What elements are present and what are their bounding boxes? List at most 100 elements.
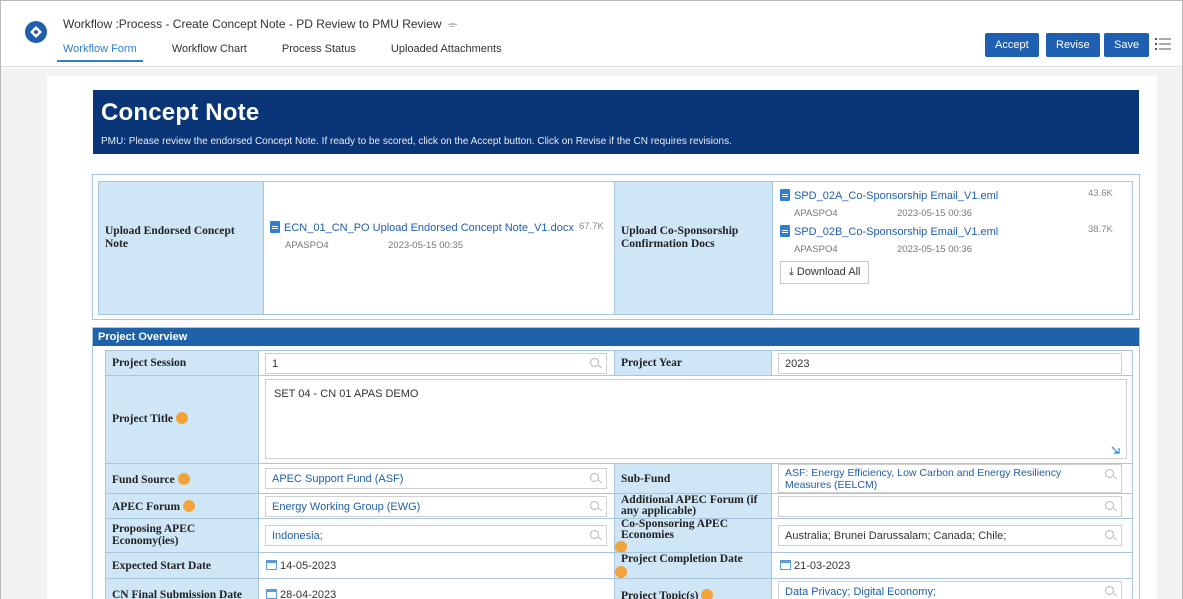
fund-source-input[interactable]: APEC Support Fund (ASF) bbox=[265, 468, 607, 489]
form-canvas: Concept Note PMU: Please review the endo… bbox=[1, 68, 1182, 599]
project-overview-heading: Project Overview bbox=[93, 328, 1139, 346]
topics-input[interactable]: Data Privacy; Digital Economy; bbox=[778, 581, 1122, 599]
download-all-button[interactable]: ⤓ Download All bbox=[780, 261, 870, 284]
lookup-icon[interactable] bbox=[1105, 469, 1114, 478]
sub-fund-input[interactable]: ASF: Energy Efficiency, Low Carbon and E… bbox=[778, 464, 1122, 493]
project-title-label-cell: Project Title bbox=[105, 375, 259, 464]
project-year-value: 2023 bbox=[785, 358, 810, 370]
project-session-input[interactable]: 1 bbox=[265, 353, 607, 374]
lookup-icon[interactable] bbox=[590, 501, 599, 510]
cn-submission-value: 28-04-2023 bbox=[280, 589, 337, 599]
document-icon bbox=[780, 189, 790, 201]
project-session-value-cell: 1 bbox=[258, 350, 615, 376]
apec-forum-label-cell: APEC Forum bbox=[105, 493, 259, 519]
project-overview-section: Project Overview Project Session 1 Proje… bbox=[92, 327, 1140, 599]
endorsed-cn-label: Upload Endorsed Concept Note bbox=[105, 225, 235, 250]
topics-label-cell: Project Topic(s) bbox=[614, 578, 772, 599]
cosponsoring-label-cell: Co-Sponsoring APEC Economies bbox=[614, 518, 772, 553]
cosponsor-file-1-name[interactable]: SPD_02A_Co-Sponsorship Email_V1.eml bbox=[794, 190, 998, 202]
topics-label: Project Topic(s) bbox=[621, 589, 714, 599]
completion-date-field[interactable]: 21-03-2023 bbox=[780, 560, 850, 572]
apec-forum-label-text: APEC Forum bbox=[112, 501, 181, 513]
additional-forum-input[interactable] bbox=[778, 496, 1122, 517]
download-all-label: Download All bbox=[796, 266, 861, 278]
help-icon[interactable] bbox=[183, 500, 196, 512]
accept-button[interactable]: Accept bbox=[985, 33, 1039, 57]
cosponsor-file-1-size: 43.6K bbox=[1088, 188, 1113, 199]
cosponsor-file-2[interactable]: SPD_02B_Co-Sponsorship Email_V1.eml bbox=[780, 225, 998, 238]
cosponsoring-label: Co-Sponsoring APEC Economies bbox=[621, 518, 729, 541]
endorsed-cn-label-cell: Upload Endorsed Concept Note bbox=[98, 181, 264, 315]
additional-forum-value-cell bbox=[771, 493, 1133, 519]
cosponsoring-input[interactable]: Australia; Brunei Darussalam; Canada; Ch… bbox=[778, 525, 1122, 546]
proposing-input[interactable]: Indonesia; bbox=[265, 525, 607, 546]
calendar-icon[interactable] bbox=[266, 589, 277, 599]
proposing-label: Proposing APEC Economy(ies) bbox=[112, 523, 196, 547]
cosponsor-file-2-name[interactable]: SPD_02B_Co-Sponsorship Email_V1.eml bbox=[794, 226, 998, 238]
lookup-icon[interactable] bbox=[1105, 586, 1114, 595]
project-session-label: Project Session bbox=[112, 357, 187, 369]
project-title-textarea[interactable]: SET 04 - CN 01 APAS DEMO bbox=[265, 379, 1127, 459]
app-logo bbox=[25, 21, 47, 43]
cosponsor-label: Upload Co-Sponsorship Confirmation Docs bbox=[621, 225, 739, 250]
help-icon[interactable] bbox=[701, 589, 714, 599]
proposing-label-cell: Proposing APEC Economy(ies) bbox=[105, 518, 259, 553]
apec-forum-value: Energy Working Group (EWG) bbox=[272, 501, 421, 513]
additional-forum-label: Additional APEC Forum (if any applicable… bbox=[621, 494, 758, 517]
project-session-value: 1 bbox=[272, 358, 279, 370]
project-year-value-cell: 2023 bbox=[771, 350, 1133, 376]
calendar-icon[interactable] bbox=[266, 560, 277, 570]
revise-button[interactable]: Revise bbox=[1046, 33, 1100, 57]
endorsed-file-name[interactable]: ECN_01_CN_PO Upload Endorsed Concept Not… bbox=[284, 222, 574, 234]
lookup-icon[interactable] bbox=[590, 358, 599, 367]
help-icon[interactable] bbox=[176, 412, 188, 424]
concept-note-banner: Concept Note PMU: Please review the endo… bbox=[93, 90, 1139, 154]
apec-forum-value-cell: Energy Working Group (EWG) bbox=[258, 493, 615, 519]
tab-uploaded-attachments[interactable]: Uploaded Attachments bbox=[385, 41, 508, 60]
fund-source-label-cell: Fund Source bbox=[105, 463, 259, 494]
topics-value: Data Privacy; Digital Economy; bbox=[785, 586, 936, 598]
sub-fund-value-cell: ASF: Energy Efficiency, Low Carbon and E… bbox=[771, 463, 1133, 494]
edit-icon[interactable]: ⌯ bbox=[448, 17, 458, 32]
help-icon[interactable] bbox=[177, 473, 190, 485]
start-date-label-cell: Expected Start Date bbox=[105, 552, 259, 579]
help-icon[interactable] bbox=[615, 566, 627, 578]
tab-workflow-form[interactable]: Workflow Form bbox=[57, 41, 143, 62]
start-date-field[interactable]: 14-05-2023 bbox=[266, 560, 336, 572]
start-date-label: Expected Start Date bbox=[112, 560, 212, 572]
tab-process-status[interactable]: Process Status bbox=[276, 41, 362, 60]
additional-forum-label-cell: Additional APEC Forum (if any applicable… bbox=[614, 493, 772, 519]
project-year-label: Project Year bbox=[621, 357, 682, 369]
endorsed-file-user: APASPO4 bbox=[285, 240, 329, 251]
cosponsor-files: SPD_02A_Co-Sponsorship Email_V1.eml 43.6… bbox=[772, 181, 1133, 315]
cn-submission-field[interactable]: 28-04-2023 bbox=[266, 589, 336, 599]
endorsed-file-size: 67.7K bbox=[579, 221, 604, 232]
fund-source-label: Fund Source bbox=[112, 473, 190, 486]
cn-submission-value-cell: 28-04-2023 bbox=[258, 578, 615, 599]
lookup-icon[interactable] bbox=[1105, 501, 1114, 510]
apec-forum-input[interactable]: Energy Working Group (EWG) bbox=[265, 496, 607, 517]
document-icon bbox=[270, 221, 280, 233]
lookup-icon[interactable] bbox=[1105, 530, 1114, 539]
project-year-input[interactable]: 2023 bbox=[778, 353, 1122, 374]
proposing-value: Indonesia; bbox=[272, 530, 323, 542]
save-button[interactable]: Save bbox=[1104, 33, 1150, 57]
cosponsor-file-2-user: APASPO4 bbox=[794, 244, 838, 255]
project-title-label: Project Title bbox=[112, 412, 188, 425]
tab-workflow-chart[interactable]: Workflow Chart bbox=[166, 41, 253, 60]
completion-date-value-cell: 21-03-2023 bbox=[771, 552, 1133, 579]
lookup-icon[interactable] bbox=[590, 473, 599, 482]
upload-section: Upload Endorsed Concept Note ECN_01_CN_P… bbox=[92, 174, 1140, 320]
resize-icon[interactable] bbox=[1111, 445, 1120, 454]
banner-instructions: PMU: Please review the endorsed Concept … bbox=[101, 136, 732, 147]
project-title-label-text: Project Title bbox=[112, 413, 173, 425]
calendar-icon[interactable] bbox=[780, 560, 791, 570]
endorsed-file[interactable]: ECN_01_CN_PO Upload Endorsed Concept Not… bbox=[270, 221, 574, 234]
lookup-icon[interactable] bbox=[590, 530, 599, 539]
endorsed-cn-files: ECN_01_CN_PO Upload Endorsed Concept Not… bbox=[263, 181, 615, 315]
cosponsor-file-1-user: APASPO4 bbox=[794, 208, 838, 219]
cosponsoring-value: Australia; Brunei Darussalam; Canada; Ch… bbox=[785, 530, 1007, 542]
cosponsor-file-1[interactable]: SPD_02A_Co-Sponsorship Email_V1.eml bbox=[780, 189, 998, 202]
list-menu-icon[interactable] bbox=[1155, 37, 1171, 51]
document-icon bbox=[780, 225, 790, 237]
